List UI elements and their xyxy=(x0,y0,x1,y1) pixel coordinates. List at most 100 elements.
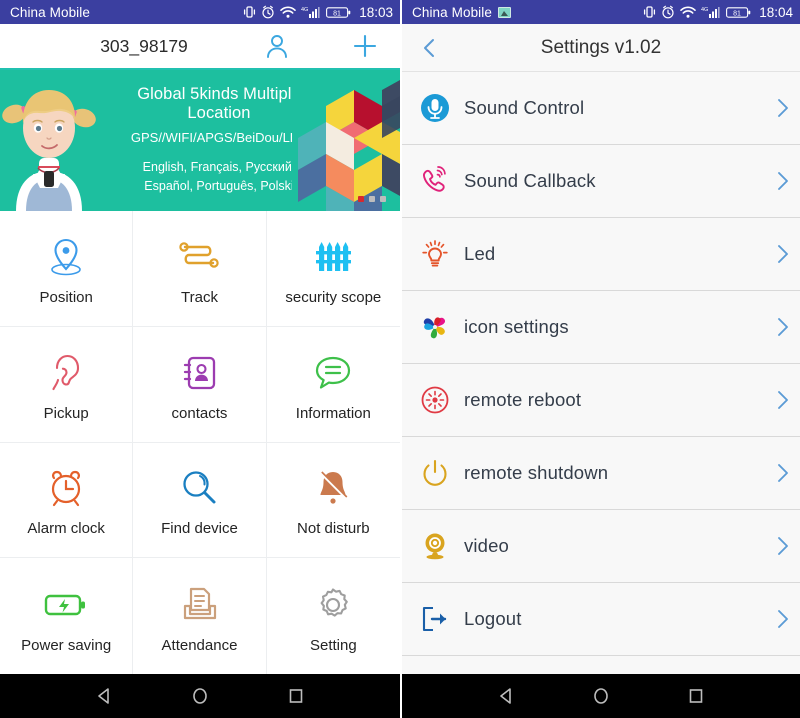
grid-item-alarm-clock[interactable]: Alarm clock xyxy=(0,442,134,559)
pagination-dot[interactable] xyxy=(369,196,375,202)
power-icon xyxy=(420,457,464,489)
grid-item-power-saving[interactable]: Power saving xyxy=(0,558,134,674)
back-triangle-icon[interactable] xyxy=(91,683,117,709)
feature-grid: Position Track security scope Pickup con… xyxy=(0,211,400,674)
alarm-icon xyxy=(661,5,675,19)
home-circle-icon[interactable] xyxy=(588,683,614,709)
vibrate-icon xyxy=(643,5,656,19)
battery-icon: 81 xyxy=(326,6,351,19)
grid-item-attendance[interactable]: Attendance xyxy=(133,558,267,674)
signal-icon: 4G xyxy=(701,5,721,19)
settings-list: Sound Control Sound Callback Led icon se… xyxy=(402,72,800,674)
reboot-icon xyxy=(420,384,464,416)
gear-icon xyxy=(312,579,354,631)
recents-square-icon[interactable] xyxy=(283,683,309,709)
wifi-icon xyxy=(680,5,697,19)
battery-charge-icon xyxy=(43,579,89,631)
settings-row-label: Logout xyxy=(464,608,522,629)
ear-icon xyxy=(46,347,86,399)
grid-item-contacts[interactable]: contacts xyxy=(133,326,267,443)
chevron-right-icon xyxy=(766,316,800,338)
left-app-header: 303_98179 xyxy=(0,24,400,70)
chevron-right-icon xyxy=(766,462,800,484)
clock-label: 18:04 xyxy=(759,4,793,20)
settings-row-icon-settings[interactable]: icon settings xyxy=(402,291,800,364)
pagination-dot-active[interactable] xyxy=(358,196,364,202)
recents-square-icon[interactable] xyxy=(683,683,709,709)
grid-item-setting[interactable]: Setting xyxy=(267,558,400,674)
grid-item-label: security scope xyxy=(285,288,382,306)
phone-callback-icon xyxy=(420,165,464,197)
right-phone-screen: China Mobile 4G 81 18:04 Settings v1.02 … xyxy=(400,0,800,718)
add-device-button[interactable] xyxy=(352,33,378,59)
pinwheel-icon xyxy=(420,311,464,343)
person-icon[interactable] xyxy=(262,31,292,61)
chevron-right-icon xyxy=(766,608,800,630)
home-circle-icon[interactable] xyxy=(187,683,213,709)
right-android-navbar xyxy=(402,674,800,718)
carrier-label: China Mobile xyxy=(10,4,90,20)
settings-row-logout[interactable]: Logout xyxy=(402,583,800,656)
grid-item-not-disturb[interactable]: Not disturb xyxy=(266,443,400,559)
settings-row-label: remote shutdown xyxy=(464,462,609,483)
logout-icon xyxy=(420,603,464,635)
settings-row-label: Sound Control xyxy=(464,97,585,118)
photo-badge-icon xyxy=(498,6,511,18)
left-android-navbar xyxy=(0,674,400,718)
chevron-left-icon[interactable] xyxy=(418,36,442,60)
microphone-icon xyxy=(420,92,464,124)
settings-row-video[interactable]: video xyxy=(402,510,800,583)
vibrate-icon xyxy=(243,5,256,19)
settings-header: Settings v1.02 xyxy=(402,24,800,72)
settings-title: Settings v1.02 xyxy=(540,36,662,58)
contact-book-icon xyxy=(179,347,219,399)
grid-item-label: contacts xyxy=(171,404,228,422)
pagination-dot[interactable] xyxy=(380,196,386,202)
grid-item-label: Alarm clock xyxy=(27,520,105,538)
grid-item-position[interactable]: Position xyxy=(0,211,134,327)
banner-subline: GPS//WIFI/APGS/BeiDou/LBS xyxy=(130,129,308,145)
grid-item-information[interactable]: Information xyxy=(266,327,400,443)
grid-item-track[interactable]: Track xyxy=(133,211,267,327)
alarm-clock-icon xyxy=(45,462,87,514)
lightbulb-icon xyxy=(420,238,464,270)
banner-pagination-dots[interactable] xyxy=(358,196,386,202)
grid-item-label: Find device xyxy=(161,520,238,538)
battery-icon: 81 xyxy=(726,6,751,19)
bell-muted-icon xyxy=(312,462,354,514)
back-triangle-icon[interactable] xyxy=(493,683,519,709)
grid-item-label: Not disturb xyxy=(297,520,370,538)
grid-item-label: Attendance xyxy=(161,636,238,654)
geometric-pattern-graphic xyxy=(292,70,400,211)
route-track-icon xyxy=(176,231,222,283)
grid-item-label: Position xyxy=(39,288,93,306)
settings-row-remote-reboot[interactable]: remote reboot xyxy=(402,364,800,437)
settings-row-label: remote reboot xyxy=(464,389,582,410)
grid-item-security-scope[interactable]: security scope xyxy=(266,211,400,327)
settings-row-label: Led xyxy=(464,243,496,264)
settings-row-sound-control[interactable]: Sound Control xyxy=(402,72,800,145)
settings-row-sound-callback[interactable]: Sound Callback xyxy=(402,145,800,218)
chevron-right-icon xyxy=(766,243,800,265)
banner-languages-line2: Español, Português, Polski xyxy=(144,179,294,193)
chevron-right-icon xyxy=(766,97,800,119)
settings-row-label: Sound Callback xyxy=(464,170,596,191)
left-status-bar: China Mobile 4G 81 18:03 xyxy=(0,0,400,24)
right-status-bar: China Mobile 4G 81 18:04 xyxy=(402,0,800,24)
signal-icon: 4G xyxy=(301,5,321,19)
battery-level-text: 81 xyxy=(733,10,741,17)
grid-item-pickup[interactable]: Pickup xyxy=(0,326,134,443)
settings-row-led[interactable]: Led xyxy=(402,218,800,291)
chevron-right-icon xyxy=(766,535,800,557)
left-phone-screen: China Mobile 4G 81 18:03 303_98179 Globa… xyxy=(0,0,400,718)
grid-item-label: Setting xyxy=(309,636,357,654)
wifi-icon xyxy=(280,5,297,19)
settings-row-remote-shutdown[interactable]: remote shutdown xyxy=(402,437,800,510)
grid-item-label: Power saving xyxy=(21,636,112,654)
promo-banner[interactable]: Global 5kinds Multiple Location GPS//WIF… xyxy=(0,70,400,211)
battery-level-text: 81 xyxy=(333,10,341,17)
child-photo xyxy=(0,70,98,211)
clock-label: 18:03 xyxy=(359,4,393,20)
grid-item-find-device[interactable]: Find device xyxy=(133,442,267,559)
grid-item-label: Track xyxy=(181,288,218,306)
